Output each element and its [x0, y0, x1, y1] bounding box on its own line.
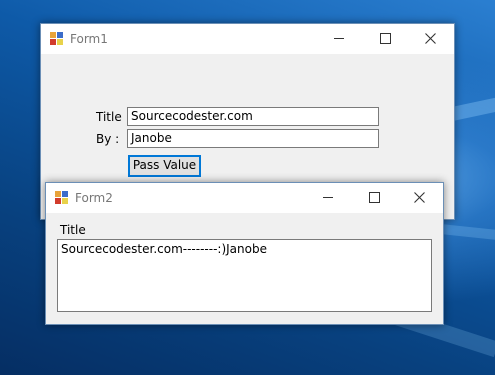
window-title: Form2 [75, 191, 113, 205]
title-input[interactable]: Sourcecodester.com [127, 107, 379, 126]
form2-titlebar[interactable]: Form2 [46, 183, 443, 213]
by-label: By : [96, 132, 120, 146]
minimize-icon [323, 197, 333, 198]
app-icon[interactable] [55, 191, 69, 205]
title-label: Title [96, 110, 122, 124]
output-textarea[interactable]: Sourcecodester.com--------:)Janobe [57, 239, 432, 312]
form2-window: Form2 Title Sourcecodester.com--------:)… [45, 182, 444, 325]
close-icon [425, 33, 436, 44]
title-label: Title [60, 223, 86, 237]
maximize-button[interactable] [351, 183, 397, 213]
close-button[interactable] [408, 24, 454, 54]
close-button[interactable] [397, 183, 443, 213]
minimize-button[interactable] [316, 24, 362, 54]
by-input[interactable]: Janobe [127, 129, 379, 148]
app-icon[interactable] [50, 32, 64, 46]
form1-titlebar[interactable]: Form1 [41, 24, 454, 54]
window-title: Form1 [70, 32, 108, 46]
maximize-icon [380, 33, 391, 44]
minimize-button[interactable] [305, 183, 351, 213]
maximize-icon [369, 192, 380, 203]
pass-value-button[interactable]: Pass Value [128, 155, 201, 177]
minimize-icon [334, 38, 344, 39]
close-icon [414, 192, 425, 203]
maximize-button[interactable] [362, 24, 408, 54]
